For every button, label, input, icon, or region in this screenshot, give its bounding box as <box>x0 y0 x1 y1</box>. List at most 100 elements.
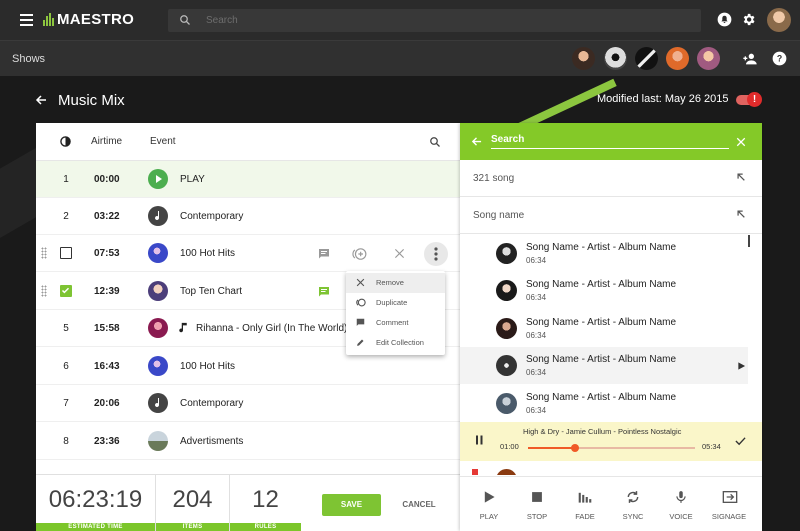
album-art <box>496 469 517 475</box>
table-row[interactable]: 7 20:06 Contemporary <box>36 385 460 422</box>
more-options-button[interactable] <box>424 242 448 266</box>
drag-handle-icon[interactable] <box>41 247 47 259</box>
row-checkbox[interactable] <box>60 247 72 259</box>
table-row[interactable]: 8 23:36 Advertisments <box>36 423 460 460</box>
row-event: Top Ten Chart <box>180 286 243 297</box>
table-row[interactable]: 1 00:00 PLAY <box>36 161 460 198</box>
row-event: Rihanna - Only Girl (In The World) <box>196 323 348 334</box>
progress-fill <box>528 447 575 449</box>
row-event: 100 Hot Hits <box>180 361 236 372</box>
play-icon[interactable] <box>148 169 168 189</box>
row-airtime: 00:00 <box>94 174 120 185</box>
close-icon[interactable] <box>736 137 746 147</box>
svg-text:?: ? <box>777 54 782 64</box>
song-duration: 06:34 <box>526 406 547 415</box>
fade-action[interactable]: FADE <box>561 477 609 531</box>
comment-icon[interactable] <box>318 248 330 260</box>
filter-item[interactable]: Song name <box>460 197 762 234</box>
menu-item-duplicate[interactable]: Duplicate <box>346 293 445 313</box>
menu-icon[interactable] <box>20 14 33 26</box>
row-checkbox[interactable] <box>60 285 72 297</box>
back-arrow-icon[interactable] <box>471 136 482 147</box>
clock-icon[interactable] <box>60 136 71 147</box>
collaborator-avatar[interactable] <box>572 47 595 70</box>
song-item[interactable]: Song Name - Artist - Album Name 06:34 <box>460 385 748 422</box>
song-title: Song Name - Artist - Album Name <box>526 242 677 253</box>
collaborator-avatar[interactable] <box>666 47 689 70</box>
menu-item-label: Duplicate <box>376 298 408 307</box>
signage-action[interactable]: SIGNAGE <box>705 477 753 531</box>
current-time: 01:00 <box>500 442 519 451</box>
search-panel: Search 321 song Song name Song Name - Ar… <box>460 123 762 531</box>
action-label: VOICE <box>669 512 693 521</box>
signage-icon <box>722 491 738 503</box>
page-title: Music Mix <box>58 92 125 109</box>
song-item[interactable]: Song Name - Artist - Album Name 06:34 <box>460 347 748 384</box>
menu-item-comment[interactable]: Comment <box>346 313 445 333</box>
microphone-icon <box>676 491 686 503</box>
duplicate-icon <box>356 298 366 307</box>
rules-value: 12 <box>252 486 279 513</box>
sync-icon <box>627 491 639 503</box>
music-note-icon <box>179 322 187 333</box>
drag-handle-icon[interactable] <box>41 285 47 297</box>
row-number: 1 <box>63 174 69 185</box>
search-panel-header: Search <box>460 123 762 160</box>
song-duration: 06:34 <box>526 368 547 377</box>
search-panel-title[interactable]: Search <box>491 134 524 145</box>
song-item[interactable]: Song Name - Artist - Album Name 06:34 <box>460 310 748 347</box>
back-arrow-icon[interactable] <box>35 94 47 106</box>
row-airtime: 03:22 <box>94 211 120 222</box>
search-bar[interactable] <box>168 9 701 32</box>
menu-item-remove[interactable]: Remove <box>346 273 445 293</box>
shows-label[interactable]: Shows <box>12 53 45 65</box>
collaborator-avatar[interactable] <box>635 47 658 70</box>
settings-icon[interactable] <box>741 12 756 27</box>
collaborator-avatar[interactable] <box>604 47 627 70</box>
event-header[interactable]: Event <box>150 136 176 147</box>
comment-icon[interactable] <box>318 286 330 298</box>
song-item[interactable] <box>460 461 748 475</box>
song-title: Song Name - Artist - Album Name <box>526 354 677 365</box>
filter-item[interactable]: 321 song <box>460 160 762 197</box>
row-event: PLAY <box>180 174 205 185</box>
progress-slider[interactable] <box>528 444 695 452</box>
table-row[interactable]: 07:53 100 Hot Hits <box>36 235 460 272</box>
table-row[interactable]: 2 03:22 Contemporary <box>36 198 460 235</box>
add-person-icon[interactable] <box>742 52 758 66</box>
menu-item-label: Comment <box>376 318 409 327</box>
user-avatar[interactable] <box>767 8 791 32</box>
airtime-header[interactable]: Airtime <box>91 136 122 147</box>
arrow-up-left-icon[interactable] <box>736 209 746 219</box>
search-icon[interactable] <box>429 136 441 148</box>
publish-toggle[interactable]: ! <box>736 92 762 107</box>
duplicate-icon[interactable] <box>352 247 367 261</box>
song-title: Song Name - Artist - Album Name <box>526 392 677 403</box>
play-arrow-icon[interactable] <box>737 361 746 371</box>
sync-action[interactable]: SYNC <box>609 477 657 531</box>
collaborator-avatar[interactable] <box>697 47 720 70</box>
search-input[interactable] <box>206 12 686 29</box>
voice-action[interactable]: VOICE <box>657 477 705 531</box>
progress-knob[interactable] <box>570 444 579 452</box>
items-label: ITEMS <box>156 523 229 531</box>
stop-action[interactable]: STOP <box>513 477 561 531</box>
cancel-button[interactable]: CANCEL <box>395 494 443 516</box>
play-action[interactable]: PLAY <box>465 477 513 531</box>
estimated-time-value: 06:23:19 <box>48 486 143 513</box>
scrollbar[interactable] <box>748 235 750 247</box>
help-icon[interactable]: ? <box>772 51 787 66</box>
menu-item-edit-collection[interactable]: Edit Collection <box>346 333 445 353</box>
notifications-icon[interactable] <box>717 12 732 27</box>
pause-icon[interactable] <box>475 435 484 445</box>
check-icon[interactable] <box>735 436 746 446</box>
song-item[interactable]: Song Name - Artist - Album Name 06:34 <box>460 272 748 309</box>
action-label: SYNC <box>622 512 644 521</box>
arrow-up-left-icon[interactable] <box>736 172 746 182</box>
close-icon[interactable] <box>394 248 405 259</box>
song-item[interactable]: Song Name - Artist - Album Name 06:34 <box>460 235 748 272</box>
save-button[interactable]: SAVE <box>322 494 381 516</box>
pencil-icon <box>357 339 364 346</box>
collection-thumbnail <box>148 356 168 376</box>
ad-thumbnail <box>148 431 168 451</box>
